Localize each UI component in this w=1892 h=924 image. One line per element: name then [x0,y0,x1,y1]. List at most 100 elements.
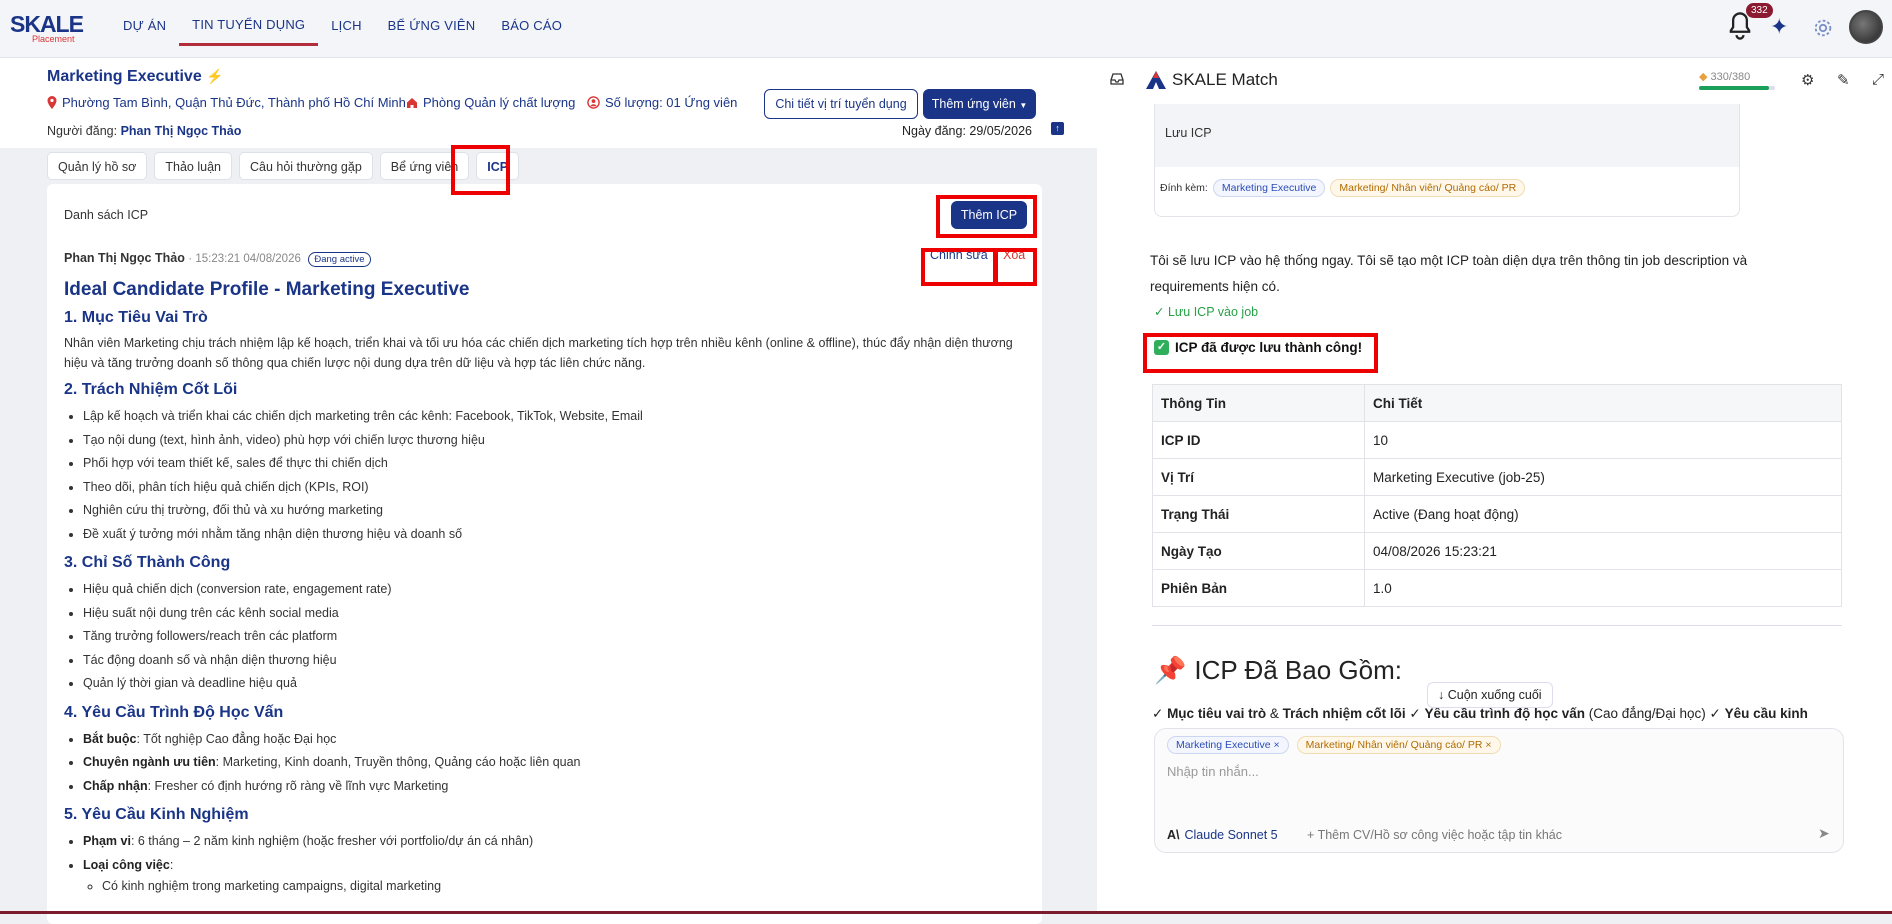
job-header: Marketing Executive ⚡ Phường Tam Bình, Q… [0,58,1097,148]
notification-badge: 332 [1746,3,1773,18]
tool-status: ✓ Lưu ICP vào job [1154,305,1259,319]
close-icon[interactable]: × [1485,739,1491,751]
chat-title: SKALE Match [1172,70,1278,89]
settings-icon[interactable]: ⚙ [1801,71,1814,89]
delete-button[interactable]: Xóa [1003,248,1025,262]
job-tabs: Quản lý hồ sơ Thảo luận Câu hỏi thường g… [47,152,520,180]
edit-icon[interactable]: ✎ [1837,71,1850,89]
caret-down-icon: ▼ [1019,101,1028,110]
section-heading: 2. Trách Nhiệm Cốt Lõi [64,381,238,398]
icp-card: Danh sách ICP Thêm ICP Phan Thị Ngọc Thả… [47,184,1042,924]
icp-document: Ideal Candidate Profile - Marketing Exec… [64,279,1029,895]
plus-icon: + [1307,828,1315,842]
top-navbar: SKALE Placement DỰ ÁN TIN TUYỂN DỤNG LỊC… [0,0,1892,58]
context-chip[interactable]: Marketing/ Nhân viên/ Quảng cáo/ PR × [1296,736,1501,754]
user-circle-icon [587,96,600,109]
anthropic-icon: A\ [1167,828,1180,842]
list-item: Đề xuất ý tưởng mới nhằm tăng nhận diện … [83,523,1029,547]
list-item: Bắt buộc: Tốt nghiệp Cao đẳng hoặc Đại h… [83,728,1029,752]
credit-progress [1699,86,1775,90]
icp-list-title: Danh sách ICP [64,208,149,222]
nav-bao-cao[interactable]: BÁO CÁO [488,0,575,46]
list-item: Lập kế hoạch và triển khai các chiến dịc… [83,405,1029,429]
doc-title: Ideal Candidate Profile - Marketing Exec… [64,279,470,300]
table-row: ICP ID 10 [1152,421,1842,459]
success-message: ✓ ICP đã được lưu thành công! [1154,340,1362,355]
expand-icon[interactable]: ⤢ [1872,71,1884,88]
sparkle-icon[interactable]: ✦ [1770,10,1788,46]
icp-author-line: Phan Thị Ngọc Thảo · 15:23:21 04/08/2026… [64,251,371,267]
included-summary: ✓ Mục tiêu vai trò & Trách nhiệm cốt lõi… [1152,706,1808,721]
job-poster: Người đăng: Phan Thị Ngọc Thảo [47,124,242,138]
nav-lich[interactable]: LỊCH [318,0,374,46]
list-item: Theo dõi, phân tích hiệu quả chiến dịch … [83,476,1029,500]
list-item: Tạo nội dung (text, hình ảnh, video) phù… [83,429,1029,453]
job-quantity: Số lượng: 01 Ứng viên [587,95,737,110]
job-panel: Marketing Executive ⚡ Phường Tam Bình, Q… [0,58,1097,924]
list-item: Nghiên cứu thị trường, đối thủ và xu hướ… [83,499,1029,523]
user-message-text: Lưu ICP [1155,104,1739,167]
table-row: Vị Trí Marketing Executive (job-25) [1152,458,1842,496]
nav-tin-tuyen-dung[interactable]: TIN TUYỂN DỤNG [179,0,319,46]
tab-cau-hoi[interactable]: Câu hỏi thường gặp [239,152,373,180]
nav-du-an[interactable]: DỰ ÁN [110,0,179,46]
job-department: Phòng Quản lý chất lượng [406,95,575,110]
close-icon[interactable]: × [1273,739,1279,751]
list-item: Quản lý thời gian và deadline hiệu quả [83,672,1029,696]
tab-be-ung-vien[interactable]: Bể ứng viên [379,152,470,180]
status-badge: Đang active [308,252,371,267]
list-item: Phối hợp với team thiết kế, sales để thự… [83,452,1029,476]
arrow-up-icon[interactable]: ↑ [1051,122,1064,135]
list-item: Tác động doanh số và nhận diện thương hi… [83,649,1029,673]
icp-info-table: Thông Tin Chi Tiết ICP ID 10 Vị Trí Marketi… [1152,384,1842,607]
job-detail-button[interactable]: Chi tiết vị trí tuyển dụng [764,89,918,119]
arrow-down-icon: ↓ [1438,688,1445,702]
message-input[interactable]: Nhập tin nhắn... [1167,764,1259,779]
table-row: Trạng Thái Active (Đang hoạt động) [1152,495,1842,533]
tab-icp[interactable]: ICP [476,152,520,180]
edit-button[interactable]: Chỉnh sửa [930,248,988,262]
logo-text: SKALE [10,11,84,37]
pushpin-icon: 📌 [1154,655,1187,685]
table-row: Phiên Bản 1.0 [1152,569,1842,607]
composer-chips: Marketing Executive × Marketing/ Nhân vi… [1167,736,1501,754]
tab-thao-luan[interactable]: Thảo luận [154,152,232,180]
location-pin-icon [47,96,57,109]
user-avatar[interactable] [1849,10,1883,44]
checkbox-icon: ✓ [1154,340,1169,355]
section-heading: 5. Yêu Cầu Kinh Nghiệm [64,806,249,823]
scroll-to-bottom-button[interactable]: ↓ Cuộn xuống cuối [1427,682,1553,708]
attach-file-button[interactable]: + Thêm CV/Hồ sơ công việc hoặc tập tin k… [1307,828,1562,842]
inbox-icon[interactable] [1110,72,1124,86]
tab-quan-ly-ho-so[interactable]: Quản lý hồ sơ [47,152,148,180]
add-candidate-button[interactable]: Thêm ứng viên ▼ [923,89,1036,119]
list-item: Có kinh nghiệm trong marketing campaigns… [102,877,1029,895]
list-item: Hiệu suất nội dung trên các kênh social … [83,602,1029,626]
skale-logo[interactable]: SKALE Placement [10,11,84,45]
table-row: Ngày Tạo 04/08/2026 15:23:21 [1152,532,1842,570]
section-heading: 1. Mục Tiêu Vai Trò [64,309,208,326]
check-icon: ✓ [1154,305,1165,319]
attachment-chip: Marketing Executive [1212,179,1326,197]
nav-be-ung-vien[interactable]: BỂ ỨNG VIÊN [375,0,489,46]
gear-icon[interactable] [1812,10,1834,46]
chat-header: SKALE Match ◆ 330/380 ⚙ ✎ ⤢ [1097,58,1892,104]
job-post-date: Ngày đăng: 29/05/2026 [902,124,1032,138]
gem-icon: ◆ [1699,71,1708,83]
list-item: Tăng trưởng followers/reach trên các pla… [83,625,1029,649]
send-icon[interactable]: ➤ [1818,825,1830,842]
model-selector[interactable]: A\ Claude Sonnet 5 [1167,828,1278,842]
included-heading: 📌 ICP Đã Bao Gồm: [1154,655,1402,685]
chat-composer: Marketing Executive × Marketing/ Nhân vi… [1154,728,1844,853]
add-icp-button[interactable]: Thêm ICP [951,201,1027,229]
context-chip[interactable]: Marketing Executive × [1167,736,1289,754]
list-item: Hiệu quả chiến dịch (conversion rate, en… [83,578,1029,602]
section-heading: 3. Chỉ Số Thành Công [64,554,231,571]
assistant-message: Tôi sẽ lưu ICP vào hệ thống ngay. Tôi sẽ… [1150,253,1748,294]
section-heading: 4. Yêu Cầu Trình Độ Học Vấn [64,703,284,721]
credit-counter: ◆ 330/380 [1699,71,1751,83]
job-title: Marketing Executive ⚡ [47,68,224,85]
attachment-chip: Marketing/ Nhân viên/ Quảng cáo/ PR [1330,179,1526,197]
bolt-icon: ⚡ [206,68,224,84]
skale-match-logo-icon [1146,71,1166,89]
